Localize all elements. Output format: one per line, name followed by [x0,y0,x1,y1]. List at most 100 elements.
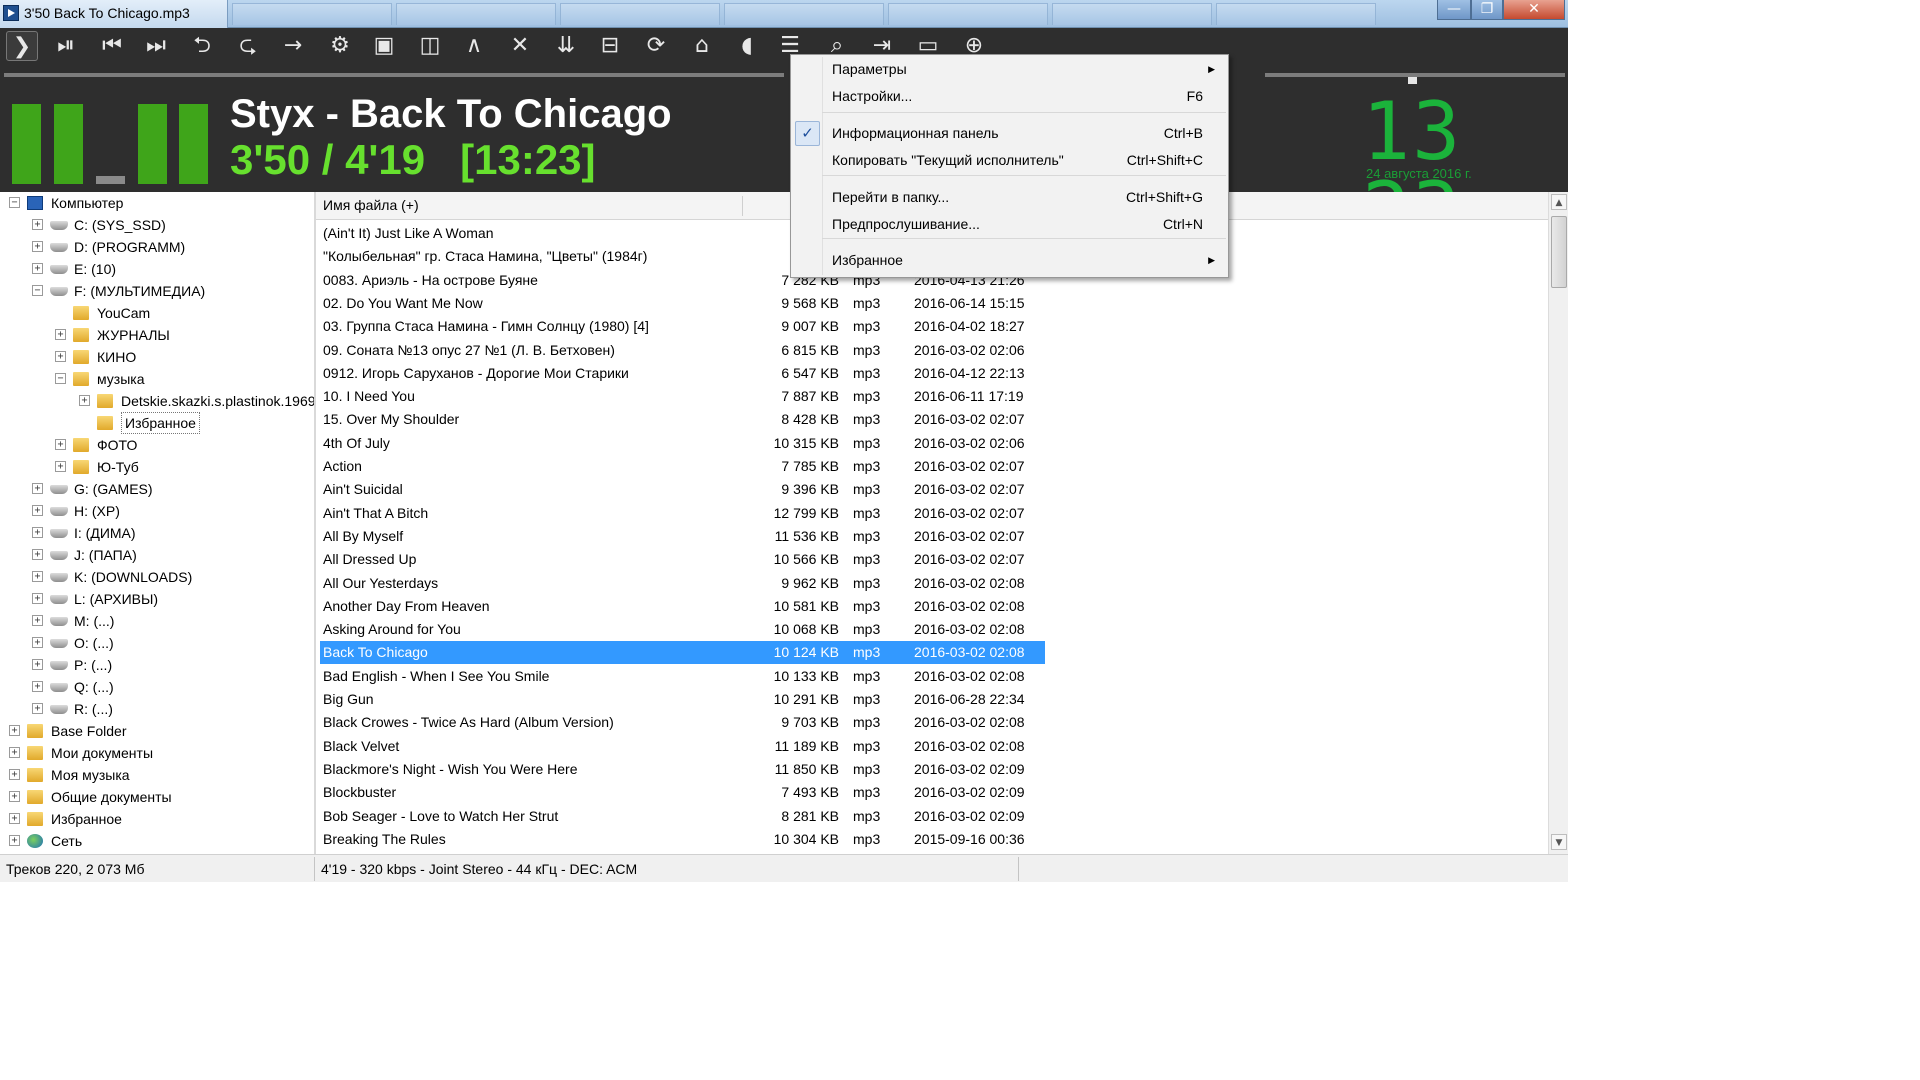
tree-item-my-documents[interactable]: + Мои документы [0,742,314,764]
menu-item-copy-artist[interactable]: Копировать "Текущий исполнитель" Ctrl+Shi… [791,148,1228,173]
expand-icon[interactable]: + [79,395,90,406]
folder-forward-icon[interactable]: ⮎ [232,31,264,61]
table-row[interactable]: Bob Seager - Love to Watch Her Strut 8 28… [320,805,1045,828]
menu-item-go-to-folder[interactable]: Перейти в папку... Ctrl+Shift+G [791,185,1228,210]
panel-icon[interactable]: ◫ [414,31,446,61]
table-row[interactable]: All By Myself 11 536 KB mp3 2016-03-02 02:0… [320,525,1045,548]
tree-item-youtube[interactable]: + Ю-Туб [0,456,314,478]
tree-item-drive-h[interactable]: + H: (XP) [0,500,314,522]
minimize-button[interactable]: — [1437,0,1471,20]
table-row[interactable]: Black Velvet 11 189 KB mp3 2016-03-02 02:08 [320,735,1045,758]
vertical-scrollbar[interactable]: ▲ ▼ [1548,192,1568,854]
active-taskbar-tab[interactable]: 3'50 Back To Chicago.mp3 [0,0,228,28]
expand-icon[interactable]: + [32,505,43,516]
tree-item-detskie-skazki[interactable]: + Detskie.skazki.s.plastinok.1969 [0,390,314,412]
tree-item-kino[interactable]: + КИНО [0,346,314,368]
expand-icon[interactable]: + [32,549,43,560]
tree-item-drive-g[interactable]: + G: (GAMES) [0,478,314,500]
tree-item-journals[interactable]: + ЖУРНАЛЫ [0,324,314,346]
background-tab[interactable] [1052,3,1212,25]
volume-slider[interactable] [1265,73,1565,91]
caret-up-icon[interactable]: ∧ [458,31,490,61]
tree-item-drive-p[interactable]: + P: (...) [0,654,314,676]
table-row[interactable]: Asking Around for You 10 068 KB mp3 2016-03… [320,618,1045,641]
expand-icon[interactable]: + [9,769,20,780]
tree-item-drive-c[interactable]: + C: (SYS_SSD) [0,214,314,236]
table-row[interactable]: 10. I Need You 7 887 KB mp3 2016-06-11 17:1… [320,385,1045,408]
expand-icon[interactable]: + [9,813,20,824]
tree-item-drive-f[interactable]: − F: (МУЛЬТИМЕДИА) [0,280,314,302]
expand-icon[interactable]: + [32,703,43,714]
expand-icon[interactable]: + [55,439,66,450]
maximize-button[interactable]: ❐ [1471,0,1503,20]
tree-item-favorites-root[interactable]: + Избранное [0,808,314,830]
background-tab[interactable] [560,3,720,25]
table-row[interactable]: All Our Yesterdays 9 962 KB mp3 2016-03-02 … [320,572,1045,595]
background-tab[interactable] [396,3,556,25]
background-tab[interactable] [232,3,392,25]
tree-item-base-folder[interactable]: + Base Folder [0,720,314,742]
tree-item-drive-d[interactable]: + D: (PROGRAMM) [0,236,314,258]
folder-back-icon[interactable]: ⮌ [186,31,218,61]
collapse-icon[interactable]: − [55,373,66,384]
tree-item-youcam[interactable]: YouCam [0,302,314,324]
tree-item-drive-e[interactable]: + E: (10) [0,258,314,280]
expand-icon[interactable]: + [9,725,20,736]
table-row[interactable]: 03. Группа Стаса Намина - Гимн Солнцу (1… [320,315,1045,338]
tree-item-drive-r[interactable]: + R: (...) [0,698,314,720]
split-view-icon[interactable]: ⊟ [594,31,626,61]
menu-item-parameters[interactable]: Параметры ▶ [791,57,1228,82]
tree-item-network[interactable]: + Сеть [0,830,314,852]
table-row[interactable]: Blackmore's Night - Wish You Were Here 11… [320,758,1045,781]
tree-item-my-music[interactable]: + Моя музыка [0,764,314,786]
table-row[interactable]: 02. Do You Want Me Now 9 568 KB mp3 2016-06… [320,292,1045,315]
next-track-icon[interactable]: ⏭ [140,31,172,61]
tree-item-photo[interactable]: + ФОТО [0,434,314,456]
table-row[interactable]: Blockbuster 7 493 KB mp3 2016-03-02 02:09 [320,781,1045,804]
tree-item-favorites-selected[interactable]: Избранное [0,412,314,434]
play-icon[interactable]: ❯ [6,31,38,61]
expand-icon[interactable]: + [9,835,20,846]
table-row[interactable]: Action 7 785 KB mp3 2016-03-02 02:07 [320,455,1045,478]
refresh-icon[interactable]: ⟳ [640,31,672,61]
background-tab[interactable] [724,3,884,25]
expand-icon[interactable]: + [32,659,43,670]
close-icon[interactable]: ✕ [504,31,536,61]
expand-icon[interactable]: + [55,461,66,472]
tree-item-drive-m[interactable]: + M: (...) [0,610,314,632]
tree-item-drive-o[interactable]: + O: (...) [0,632,314,654]
tree-item-computer[interactable]: − Компьютер [0,192,314,214]
tree-item-drive-j[interactable]: + J: (ПАПА) [0,544,314,566]
table-row-selected[interactable]: Back To Chicago 10 124 KB mp3 2016-03-02 02… [320,641,1045,665]
background-tab[interactable] [888,3,1048,25]
home-icon[interactable]: ⌂ [686,31,718,61]
menu-item-settings[interactable]: Настройки... F6 [791,84,1228,109]
seek-slider[interactable] [4,73,784,77]
tree-item-drive-i[interactable]: + I: (ДИМА) [0,522,314,544]
column-divider[interactable] [742,196,743,216]
expand-icon[interactable]: + [32,241,43,252]
table-row[interactable]: Ain't Suicidal 9 396 KB mp3 2016-03-02 02:0… [320,478,1045,501]
window-icon[interactable]: ▣ [368,31,400,61]
expand-icon[interactable]: + [9,747,20,758]
expand-icon[interactable]: + [55,351,66,362]
expand-icon[interactable]: + [32,571,43,582]
table-row[interactable]: 15. Over My Shoulder 8 428 KB mp3 2016-03-0… [320,408,1045,431]
expand-icon[interactable]: + [32,483,43,494]
scroll-up-icon[interactable]: ▲ [1551,194,1567,210]
table-row[interactable]: 0912. Игорь Саруханов - Дорогие Мои Стар… [320,362,1045,385]
collapse-icon[interactable]: − [32,285,43,296]
table-row[interactable]: 09. Соната №13 опус 27 №1 (Л. В. Бетхове… [320,339,1045,362]
close-window-button[interactable]: ✕ [1503,0,1565,20]
column-header-filename[interactable]: Имя файла (+) [323,197,419,213]
table-row[interactable]: Another Day From Heaven 10 581 KB mp3 2016-… [320,595,1045,618]
expand-icon[interactable]: + [32,263,43,274]
menu-item-prelisten[interactable]: Предпрослушивание... Ctrl+N [791,212,1228,237]
table-row[interactable]: Bad English - When I See You Smile 10 133… [320,665,1045,688]
scroll-down-icon[interactable]: ▼ [1551,834,1567,850]
table-row[interactable]: All Dressed Up 10 566 KB mp3 2016-03-02 02:… [320,548,1045,571]
tree-item-shared-documents[interactable]: + Общие документы [0,786,314,808]
previous-track-icon[interactable]: ⏮ [96,31,128,61]
expand-icon[interactable]: + [32,527,43,538]
tree-item-drive-k[interactable]: + K: (DOWNLOADS) [0,566,314,588]
